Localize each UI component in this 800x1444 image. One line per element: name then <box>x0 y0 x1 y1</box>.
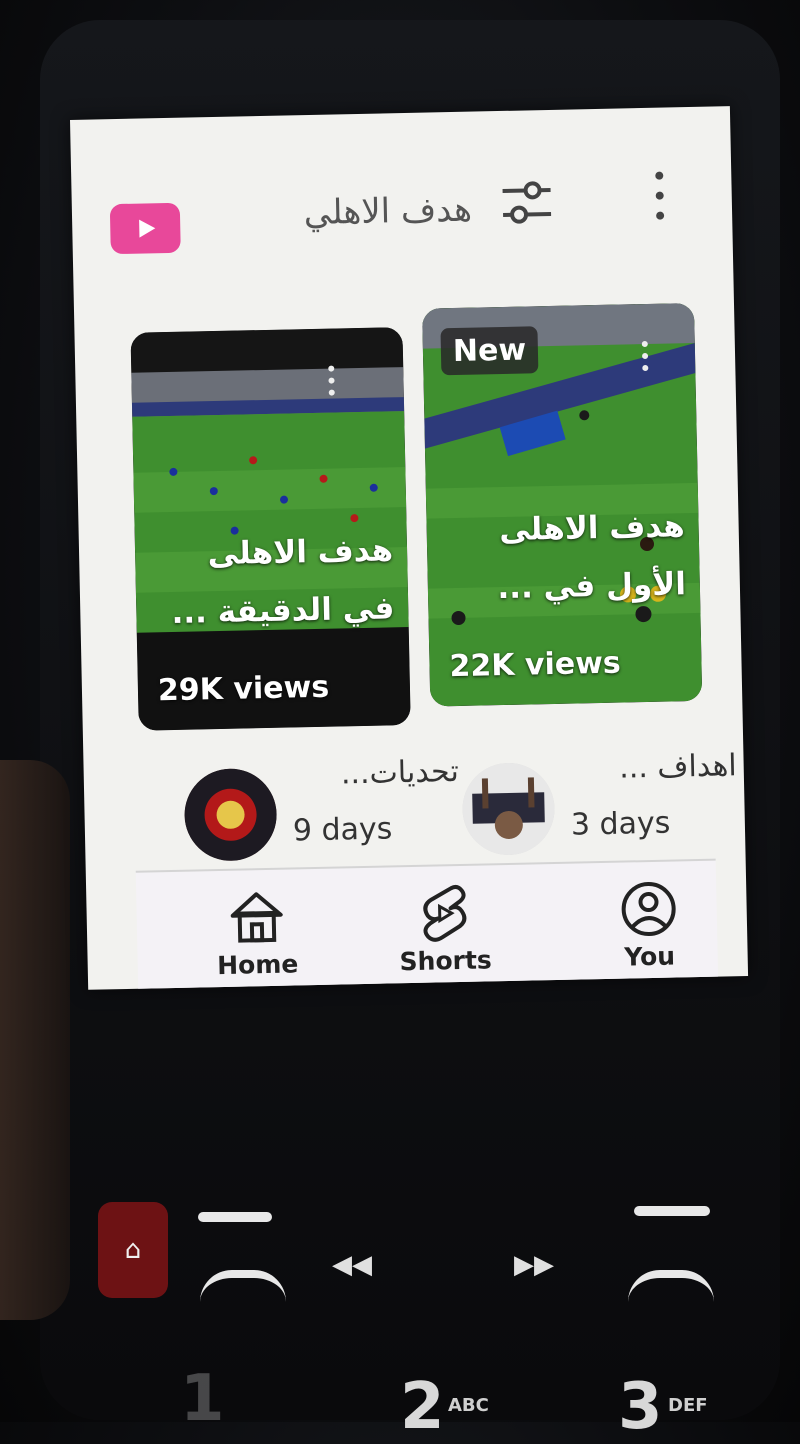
nav-shorts-label: Shorts <box>399 945 493 977</box>
youtube-logo-icon[interactable] <box>109 202 181 255</box>
left-softkey[interactable] <box>198 1212 272 1222</box>
right-softkey[interactable] <box>634 1206 710 1216</box>
phone-keypad: ⌂ ◀◀ ▶▶ 1 2 ABC 3 DEF <box>0 1100 800 1444</box>
top-bar: هدف الاهلي <box>70 106 733 290</box>
channel-row-2[interactable]: اهداف ... 3 days <box>461 746 748 856</box>
key-1[interactable]: 1 <box>180 1362 225 1436</box>
short-card-2[interactable]: New هدف الاهلى الأول في ... 22K views <box>422 302 703 707</box>
avatar[interactable] <box>461 762 556 856</box>
forward-key[interactable]: ▶▶ <box>514 1250 554 1280</box>
new-badge: New <box>440 326 539 376</box>
call-key[interactable] <box>200 1270 286 1302</box>
short-card-1[interactable]: هدف الاهلى في الدقيقة ... 29K views <box>130 327 411 731</box>
search-query-title[interactable]: هدف الاهلي <box>252 190 472 235</box>
short-title: هدف الاهلى في الدقيقة ... <box>171 532 395 631</box>
short-title: هدف الاهلى الأول في ... <box>497 508 687 607</box>
upload-age: 9 days <box>292 811 393 849</box>
nav-shorts[interactable]: Shorts <box>384 883 506 976</box>
end-call-key[interactable] <box>628 1270 714 1302</box>
rewind-key[interactable]: ◀◀ <box>332 1250 372 1280</box>
channel-row-1[interactable]: تحديات... 9 days <box>183 751 485 862</box>
view-count: 22K views <box>449 645 622 685</box>
avatar[interactable] <box>183 767 278 862</box>
nav-home-label: Home <box>216 949 299 981</box>
view-count: 29K views <box>157 669 330 709</box>
nav-you-label: You <box>623 941 676 972</box>
key-3-letters: DEF <box>668 1395 708 1416</box>
shorts-icon <box>423 884 467 942</box>
nav-home[interactable]: Home <box>196 887 318 980</box>
upload-age: 3 days <box>570 805 671 843</box>
phone-screen: هدف الاهلي هدف الاهلى في الدقيقة ... 29K… <box>70 106 749 990</box>
channel-video-title: اهداف ... <box>618 748 738 786</box>
account-icon <box>621 882 676 937</box>
channel-video-title: تحديات... <box>340 754 460 792</box>
key-3[interactable]: 3 <box>618 1370 663 1444</box>
home-icon <box>230 892 283 943</box>
more-vertical-icon[interactable] <box>649 165 670 225</box>
nav-you[interactable]: You <box>588 879 710 972</box>
key-2[interactable]: 2 <box>400 1370 445 1444</box>
home-key[interactable]: ⌂ <box>98 1202 168 1298</box>
bottom-navigation: Home Shorts You <box>135 858 719 990</box>
key-2-letters: ABC <box>448 1395 489 1416</box>
filter-icon[interactable] <box>496 172 557 233</box>
